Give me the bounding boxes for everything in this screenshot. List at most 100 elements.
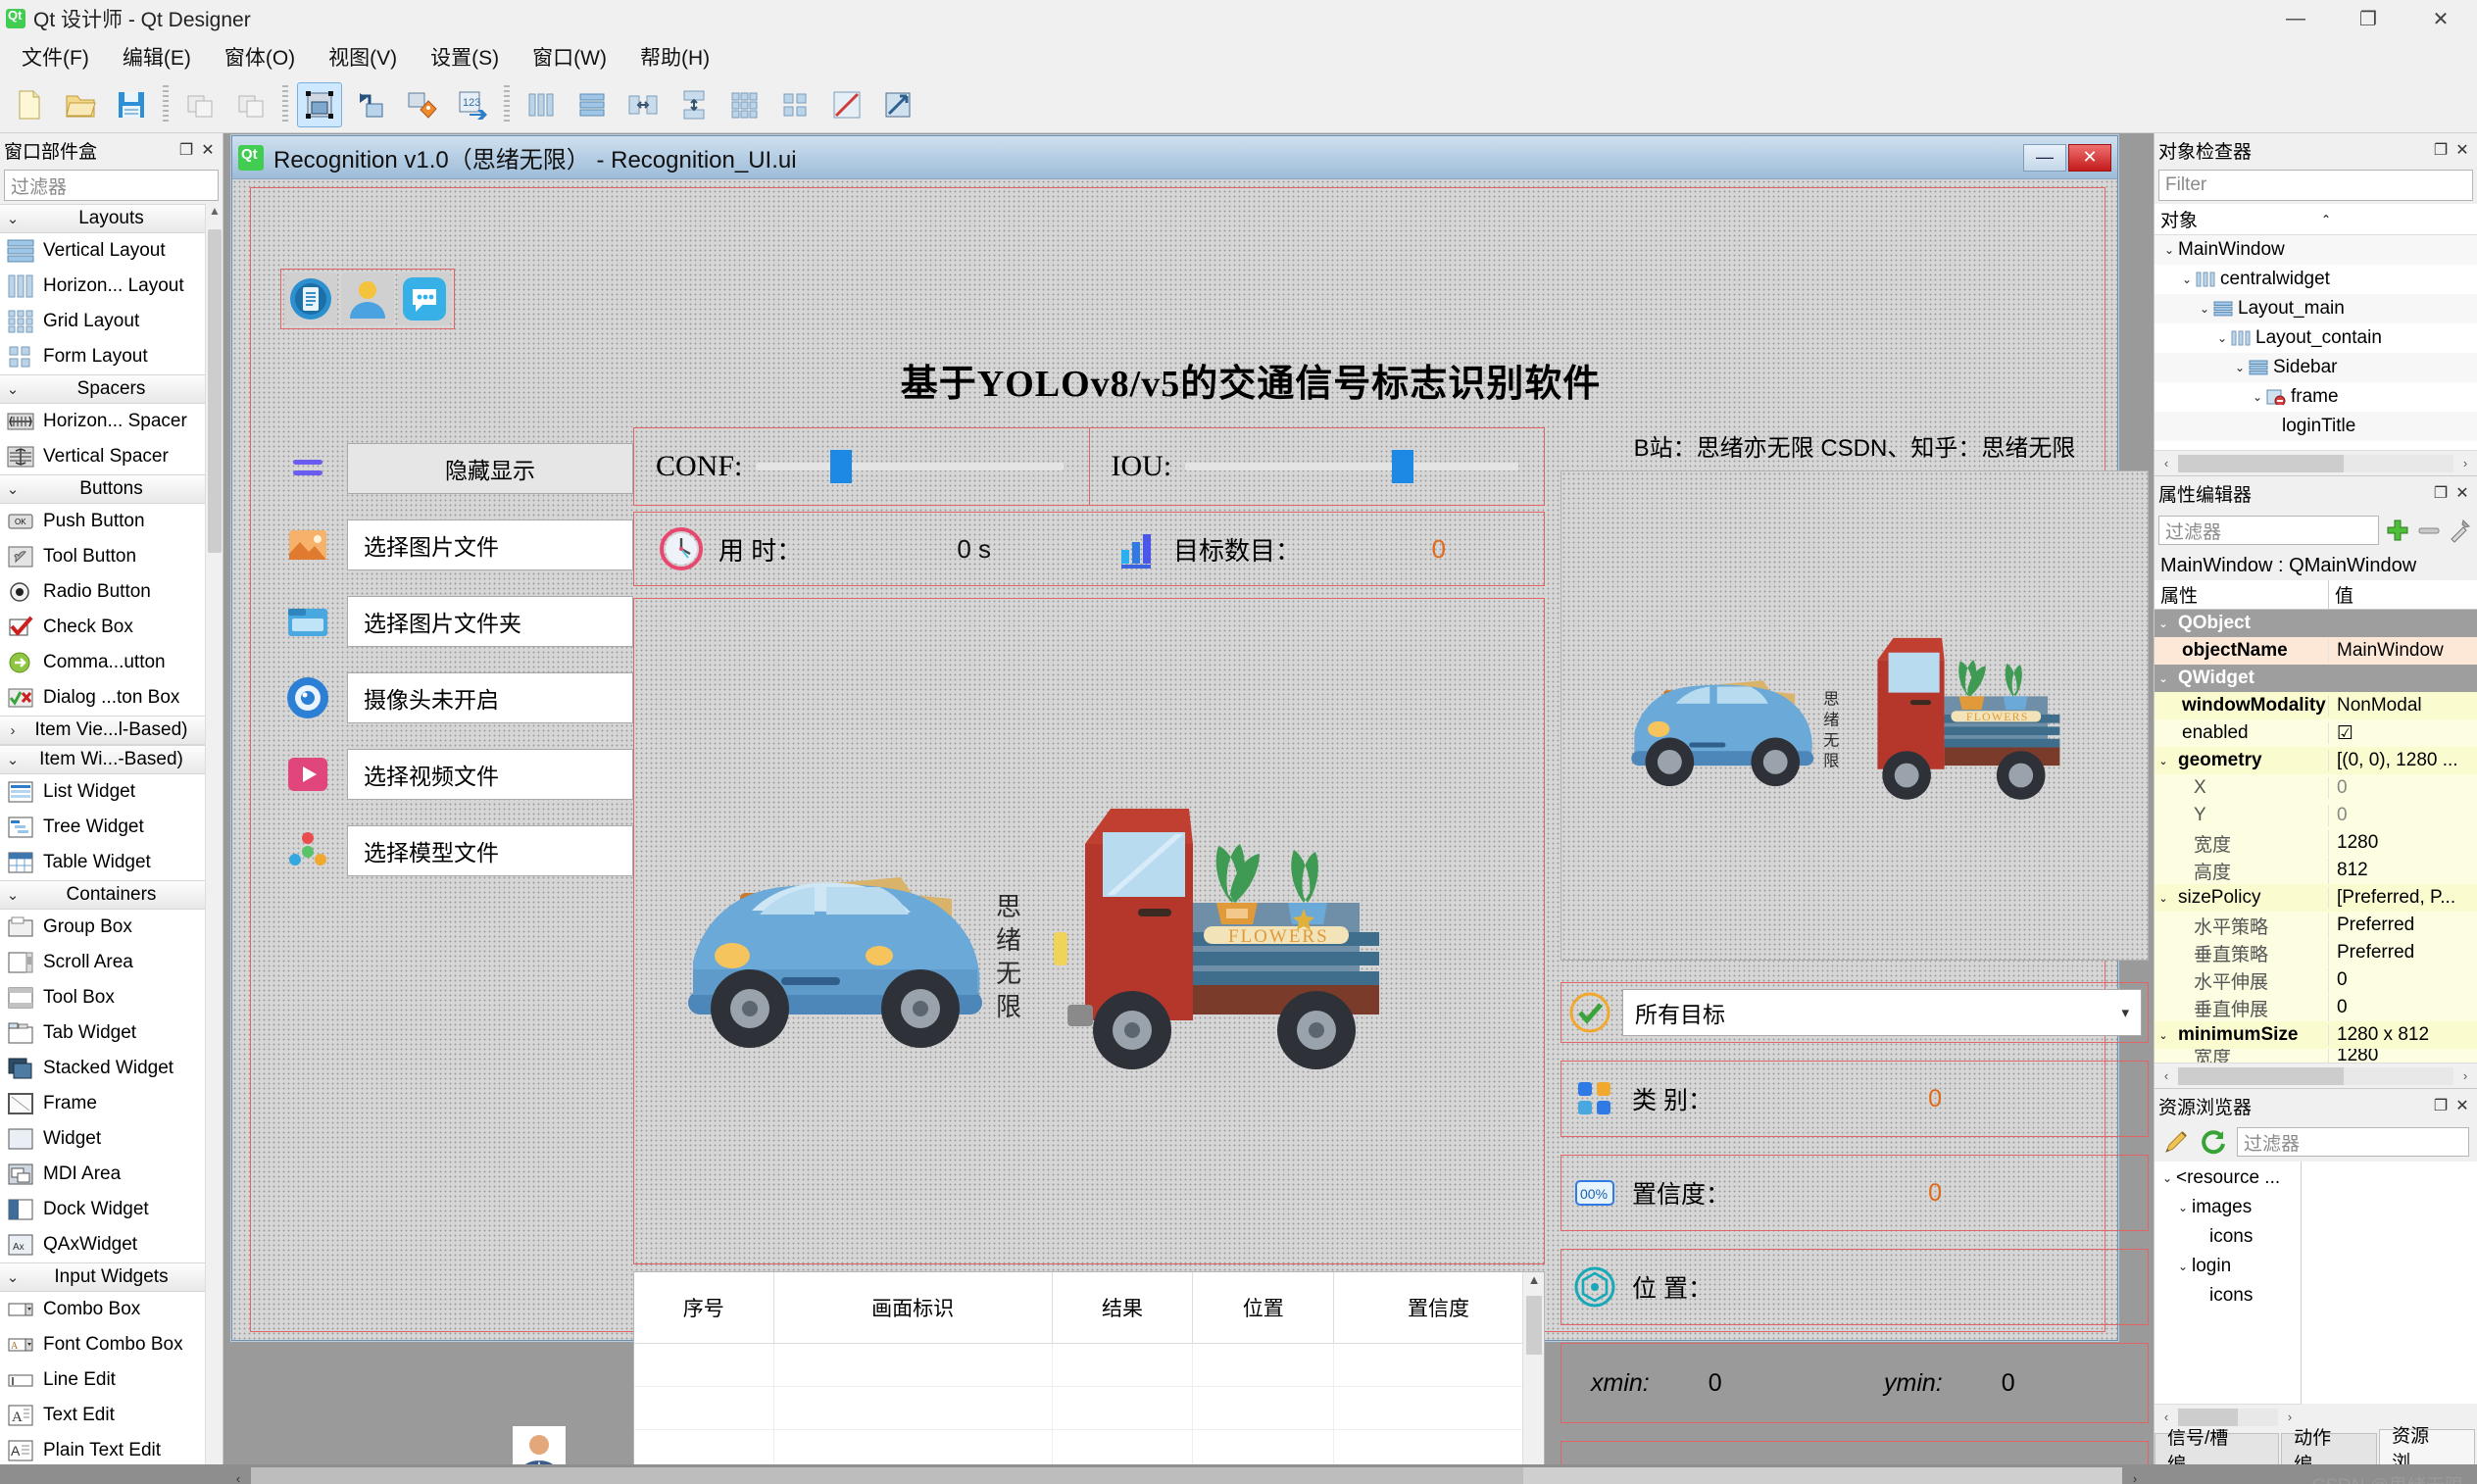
property-row-geometry[interactable]: ⌄ geometry [(0, 0), 1280 ... [2155, 747, 2477, 774]
widget-item-vertical-spacer[interactable]: Vertical Spacer [0, 439, 223, 474]
scroll-up-icon[interactable]: ▲ [1523, 1272, 1545, 1294]
resource-filter-input[interactable]: 过滤器 [2237, 1127, 2469, 1157]
toggle-display-button[interactable]: 隐藏显示 [347, 443, 633, 494]
close-icon[interactable]: ✕ [2452, 482, 2473, 504]
property-value[interactable]: NonModal [2329, 695, 2477, 717]
property-row-minimumsize[interactable]: ⌄ minimumSize 1280 x 812 [2155, 1021, 2477, 1049]
property-value[interactable]: 1280 [2329, 1049, 2477, 1063]
close-icon[interactable]: ✕ [2452, 1095, 2473, 1116]
property-row-hpolicy[interactable]: 水平策略 Preferred [2155, 912, 2477, 939]
scroll-left-icon[interactable]: ‹ [2155, 456, 2178, 470]
tab-resource-browser[interactable]: 资源浏... [2379, 1429, 2475, 1464]
float-icon[interactable]: ❐ [2430, 139, 2452, 161]
edit-tab-order-icon[interactable]: 123 [450, 82, 495, 127]
property-value[interactable]: 1280 [2329, 832, 2477, 854]
property-group-qwidget[interactable]: ⌄ QWidget [2155, 665, 2477, 692]
widget-item-command-button[interactable]: Comma...utton [0, 645, 223, 680]
maximize-button[interactable]: ❐ [2332, 0, 2404, 37]
break-layout-icon[interactable] [824, 82, 869, 127]
scroll-track[interactable] [251, 1467, 2122, 1484]
property-value[interactable]: [(0, 0), 1280 ... [2329, 750, 2477, 771]
menu-help[interactable]: 帮助(H) [624, 36, 725, 77]
widget-item-table-widget[interactable]: Table Widget [0, 845, 223, 880]
widget-item-widget[interactable]: Widget [0, 1121, 223, 1157]
property-table-hscrollbar[interactable]: ‹ › [2155, 1063, 2477, 1088]
property-row-hstretch[interactable]: 水平伸展 0 [2155, 966, 2477, 994]
float-icon[interactable]: ❐ [175, 139, 197, 161]
scroll-thumb[interactable] [2178, 455, 2344, 472]
scroll-thumb[interactable] [2178, 1067, 2344, 1085]
widget-item-vertical-layout[interactable]: Vertical Layout [0, 233, 223, 269]
table-row[interactable] [634, 1386, 1544, 1429]
camera-icon[interactable] [280, 670, 335, 725]
image-file-field[interactable]: 选择图片文件 [347, 519, 633, 570]
image-icon[interactable] [280, 518, 335, 572]
video-icon[interactable] [280, 747, 335, 802]
widget-item-horizontal-layout[interactable]: Horizon... Layout [0, 269, 223, 304]
resource-node-root[interactable]: ⌄ <resource ... [2155, 1163, 2301, 1193]
object-node-sidebar[interactable]: ⌄ Sidebar [2155, 353, 2477, 382]
widget-item-plain-text-edit[interactable]: A Plain Text Edit [0, 1433, 223, 1464]
reload-icon[interactable] [2200, 1128, 2227, 1156]
model-file-field[interactable]: 选择模型文件 [347, 825, 633, 876]
object-node-mainwindow[interactable]: ⌄ MainWindow [2155, 235, 2477, 265]
object-tree-hscrollbar[interactable]: ‹ › [2155, 450, 2477, 475]
table-row[interactable] [634, 1343, 1544, 1386]
edit-widgets-icon[interactable] [297, 82, 342, 127]
property-value[interactable]: 1280 x 812 [2329, 1024, 2477, 1046]
form-canvas[interactable]: 基于YOLOv8/v5的交通信号标志识别软件 隐藏显示 [232, 179, 2117, 1340]
widget-category-item-widgets[interactable]: ⌄ Item Wi...-Based) [0, 745, 223, 774]
col-result[interactable]: 结果 [1052, 1272, 1193, 1343]
property-row-vstretch[interactable]: 垂直伸展 0 [2155, 994, 2477, 1021]
model-icon[interactable] [280, 823, 335, 878]
edit-buddies-icon[interactable] [399, 82, 444, 127]
object-node-layout-main[interactable]: ⌄ Layout_main [2155, 294, 2477, 323]
menu-icon[interactable] [280, 441, 335, 496]
menu-view[interactable]: 视图(V) [313, 36, 413, 77]
widget-item-text-edit[interactable]: A Text Edit [0, 1398, 223, 1433]
menu-form[interactable]: 窗体(O) [209, 36, 311, 77]
chevron-down-icon[interactable]: ⌄ [2155, 892, 2172, 905]
minimize-button[interactable]: — [2259, 0, 2332, 37]
widget-box-list[interactable]: ⌄ Layouts Vertical Layout Horizon... Lay… [0, 204, 223, 1464]
property-row-x[interactable]: X 0 [2155, 774, 2477, 802]
new-file-icon[interactable] [7, 82, 52, 127]
scroll-thumb[interactable] [1526, 1296, 1542, 1355]
redo-icon[interactable] [228, 82, 273, 127]
scroll-up-icon[interactable]: ▲ [206, 204, 223, 223]
chevron-down-icon[interactable]: ⌄ [2213, 331, 2231, 345]
col-confidence[interactable]: 置信度 [1334, 1272, 1544, 1343]
property-value[interactable]: 0 [2329, 997, 2477, 1018]
document-icon[interactable] [284, 272, 337, 325]
folder-icon[interactable] [280, 594, 335, 649]
main-preview-image[interactable]: FLOWERS [633, 598, 1545, 1264]
widget-category-input-widgets[interactable]: ⌄ Input Widgets [0, 1262, 223, 1292]
scroll-right-icon[interactable]: › [2453, 1068, 2477, 1083]
property-value[interactable]: 0 [2329, 805, 2477, 826]
widget-item-push-button[interactable]: OK Push Button [0, 504, 223, 539]
widget-item-combo-box[interactable]: Combo Box [0, 1292, 223, 1327]
col-frame-id[interactable]: 画面标识 [773, 1272, 1052, 1343]
close-button[interactable]: ✕ [2404, 0, 2477, 37]
property-table[interactable]: 属性 值 ⌄ QObject objectName MainWindow ⌄ [2155, 580, 2477, 1063]
widget-box-filter-input[interactable]: 过滤器 [4, 170, 219, 201]
form-minimize-button[interactable]: — [2023, 144, 2066, 172]
widget-item-mdi-area[interactable]: MDI Area [0, 1157, 223, 1192]
property-value[interactable]: MainWindow [2329, 640, 2477, 662]
resource-tree[interactable]: ⌄ <resource ... ⌄ images icons ⌄ login [2155, 1162, 2302, 1404]
widget-item-frame[interactable]: Frame [0, 1086, 223, 1121]
scroll-thumb[interactable] [2178, 1409, 2238, 1426]
scroll-thumb[interactable] [208, 229, 222, 553]
widget-item-scroll-area[interactable]: Scroll Area [0, 945, 223, 980]
widget-item-group-box[interactable]: Group Box [0, 910, 223, 945]
widget-category-containers[interactable]: ⌄ Containers [0, 880, 223, 910]
widget-item-form-layout[interactable]: Form Layout [0, 339, 223, 374]
widget-category-spacers[interactable]: ⌄ Spacers [0, 374, 223, 404]
object-node-centralwidget[interactable]: ⌄ centralwidget [2155, 265, 2477, 294]
property-row-objectname[interactable]: objectName MainWindow [2155, 637, 2477, 665]
chevron-down-icon[interactable]: ⌄ [2155, 1029, 2172, 1042]
property-row-height[interactable]: 高度 812 [2155, 857, 2477, 884]
scroll-thumb[interactable] [251, 1467, 1523, 1484]
object-node-logintitle[interactable]: loginTitle [2155, 412, 2477, 441]
tab-signal-slot-editor[interactable]: 信号/槽 编... [2155, 1433, 2279, 1464]
